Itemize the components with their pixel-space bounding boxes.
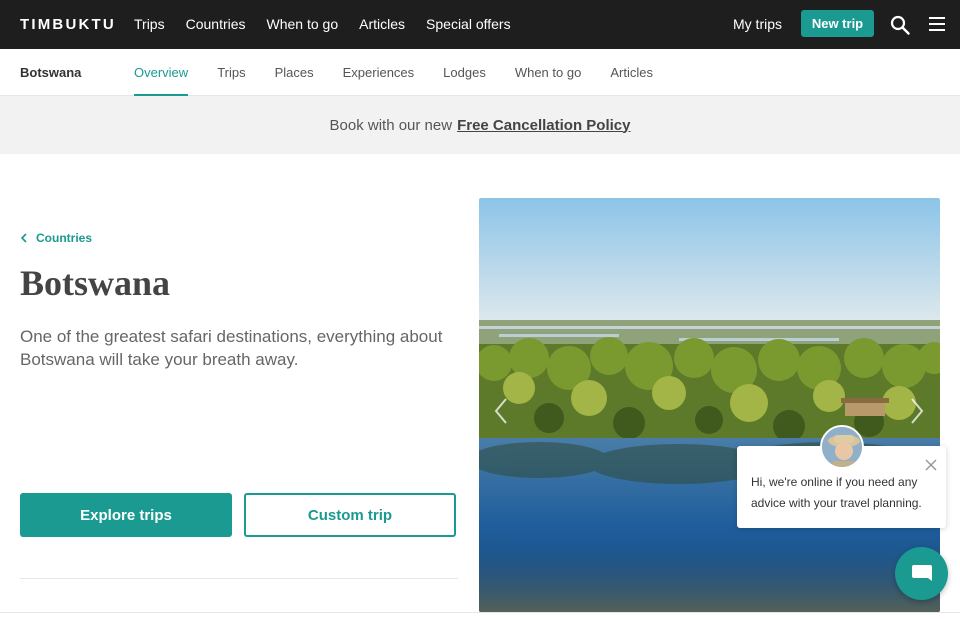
tab-lodges[interactable]: Lodges bbox=[443, 49, 486, 96]
nav-link-special-offers[interactable]: Special offers bbox=[426, 16, 511, 32]
chat-icon bbox=[911, 564, 932, 581]
page-title: Botswana bbox=[20, 263, 171, 303]
carousel-next-icon[interactable] bbox=[910, 397, 924, 425]
page-description: One of the greatest safari destinations,… bbox=[20, 327, 443, 369]
chat-message: Hi, we're online if you need any advice … bbox=[751, 475, 922, 510]
close-icon[interactable] bbox=[924, 458, 938, 472]
free-cancellation-link[interactable]: Free Cancellation Policy bbox=[457, 117, 630, 134]
nav-link-countries[interactable]: Countries bbox=[186, 16, 246, 32]
search-icon[interactable] bbox=[890, 15, 910, 35]
cancellation-banner: Book with our new Free Cancellation Poli… bbox=[0, 96, 960, 154]
tab-places[interactable]: Places bbox=[275, 49, 314, 96]
new-trip-button[interactable]: New trip bbox=[801, 10, 874, 37]
logo[interactable]: TIMBUKTU bbox=[20, 16, 116, 33]
tab-trips[interactable]: Trips bbox=[217, 49, 245, 96]
top-navbar: TIMBUKTU Trips Countries When to go Arti… bbox=[0, 0, 960, 49]
chat-launcher-button[interactable] bbox=[895, 547, 948, 600]
tab-overview[interactable]: Overview bbox=[134, 49, 189, 96]
back-label: Countries bbox=[36, 231, 93, 245]
back-to-countries-link[interactable]: Countries bbox=[20, 231, 92, 245]
nav-link-trips[interactable]: Trips bbox=[134, 16, 165, 32]
banner-text: Book with our new bbox=[329, 116, 453, 134]
my-trips-link[interactable]: My trips bbox=[733, 16, 782, 32]
tab-articles[interactable]: Articles bbox=[610, 49, 653, 96]
divider bbox=[0, 612, 960, 613]
agent-avatar bbox=[820, 425, 864, 469]
menu-icon[interactable] bbox=[929, 17, 945, 31]
hero-image bbox=[479, 198, 940, 612]
nav-link-articles[interactable]: Articles bbox=[359, 16, 405, 32]
main-nav-links: Trips Countries When to go Articles Spec… bbox=[134, 16, 532, 32]
explore-trips-button[interactable]: Explore trips bbox=[20, 493, 232, 537]
custom-trip-button[interactable]: Custom trip bbox=[244, 493, 456, 537]
tab-experiences[interactable]: Experiences bbox=[343, 49, 415, 96]
chevron-left-icon bbox=[20, 233, 27, 243]
tab-when-to-go[interactable]: When to go bbox=[515, 49, 582, 96]
nav-link-when-to-go[interactable]: When to go bbox=[267, 16, 339, 32]
country-subnav: Botswana Overview Trips Places Experienc… bbox=[0, 49, 960, 96]
divider bbox=[20, 578, 458, 579]
carousel-prev-icon[interactable] bbox=[494, 397, 508, 425]
subnav-tabs: Overview Trips Places Experiences Lodges… bbox=[134, 49, 682, 96]
subnav-country-name: Botswana bbox=[20, 65, 82, 80]
